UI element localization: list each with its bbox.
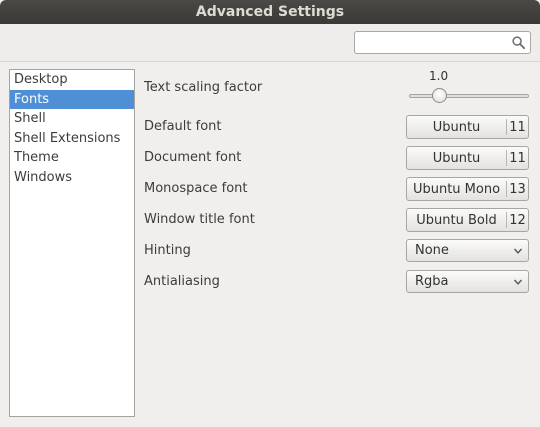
search-box[interactable]	[354, 31, 531, 54]
window-title-font-row: Window title font Ubuntu Bold 12	[144, 208, 530, 232]
text-scaling-slider-handle[interactable]	[432, 88, 448, 103]
text-scaling-label: Text scaling factor	[144, 80, 263, 95]
document-font-label: Document font	[144, 150, 242, 165]
default-font-name: Ubuntu	[432, 119, 481, 135]
window-title-font-name: Ubuntu Bold	[416, 212, 497, 228]
antialiasing-dropdown[interactable]: Rgba	[406, 270, 529, 293]
antialiasing-label: Antialiasing	[144, 274, 220, 289]
document-font-button[interactable]: Ubuntu 11	[406, 146, 529, 170]
search-icon[interactable]	[511, 35, 526, 50]
text-scaling-value: 1.0	[429, 69, 449, 83]
antialiasing-value: Rgba	[415, 274, 449, 289]
default-font-row: Default font Ubuntu 11	[144, 115, 530, 139]
document-font-size: 11	[509, 150, 526, 166]
monospace-font-row: Monospace font Ubuntu Mono 13	[144, 177, 530, 201]
chevron-down-icon	[513, 279, 523, 285]
monospace-font-button[interactable]: Ubuntu Mono 13	[406, 177, 529, 201]
sidebar-item-fonts[interactable]: Fonts	[10, 89, 134, 109]
search-input[interactable]	[359, 33, 509, 52]
sidebar-item-theme[interactable]: Theme	[10, 148, 134, 168]
document-font-name: Ubuntu	[432, 150, 481, 166]
sidebar-item-windows[interactable]: Windows	[10, 168, 134, 188]
monospace-font-name: Ubuntu Mono	[412, 181, 501, 197]
window-title-font-button[interactable]: Ubuntu Bold 12	[406, 208, 529, 232]
document-font-row: Document font Ubuntu 11	[144, 146, 530, 170]
default-font-label: Default font	[144, 119, 222, 134]
hinting-dropdown[interactable]: None	[406, 239, 529, 262]
window-title-font-label: Window title font	[144, 212, 255, 227]
text-scaling-slider[interactable]	[409, 94, 529, 98]
advanced-settings-window: Advanced Settings Desktop Fonts Shell Sh…	[0, 0, 540, 427]
sidebar-item-shell[interactable]: Shell	[10, 109, 134, 129]
default-font-size: 11	[509, 119, 526, 135]
hinting-label: Hinting	[144, 243, 191, 258]
toolbar	[0, 24, 540, 62]
chevron-down-icon	[513, 248, 523, 254]
sidebar-item-shell-extensions[interactable]: Shell Extensions	[10, 129, 134, 149]
sidebar: Desktop Fonts Shell Shell Extensions The…	[9, 69, 135, 417]
monospace-font-size: 13	[509, 181, 526, 197]
default-font-button[interactable]: Ubuntu 11	[406, 115, 529, 139]
hinting-row: Hinting None	[144, 239, 530, 263]
monospace-font-label: Monospace font	[144, 181, 248, 196]
sidebar-item-desktop[interactable]: Desktop	[10, 70, 134, 90]
window-title-font-size: 12	[509, 212, 526, 228]
window-title: Advanced Settings	[0, 0, 540, 24]
hinting-value: None	[415, 243, 449, 258]
antialiasing-row: Antialiasing Rgba	[144, 270, 530, 294]
